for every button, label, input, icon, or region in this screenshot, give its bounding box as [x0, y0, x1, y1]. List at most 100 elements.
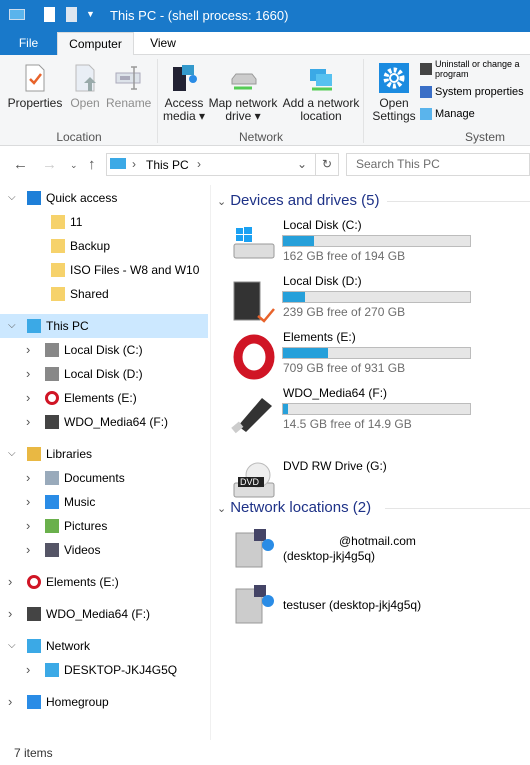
drive-icon — [45, 343, 59, 357]
add-network-location-button[interactable]: Add a network location — [280, 63, 362, 123]
expanded-chevron-icon[interactable]: ⌵ — [8, 634, 16, 658]
devices-section-header[interactable]: ⌄ Devices and drives (5) — [217, 192, 530, 209]
nav-item[interactable]: Shared — [0, 282, 208, 306]
nav-item-label: Local Disk (C:) — [64, 343, 143, 357]
nav-item[interactable]: › Elements (E:) — [0, 386, 208, 410]
address-history-chevron-icon[interactable]: ⌄ — [297, 157, 307, 171]
collapsed-chevron-icon[interactable]: › — [26, 386, 30, 410]
uninstall-program-button[interactable]: Uninstall or change a program — [420, 59, 530, 79]
nav-item[interactable]: 11 — [0, 210, 208, 234]
collapsed-chevron-icon[interactable]: › — [26, 338, 30, 362]
drive-usage-bar — [282, 291, 471, 303]
open-icon — [75, 64, 96, 92]
nav-item-label: Elements (E:) — [46, 575, 119, 589]
nav-item[interactable]: ⌵ Network — [0, 634, 208, 658]
nav-item[interactable]: › Local Disk (D:) — [0, 362, 208, 386]
nav-item[interactable]: › WDO_Media64 (F:) — [0, 602, 208, 626]
nav-item-label: Local Disk (D:) — [64, 367, 143, 381]
collapsed-chevron-icon[interactable]: › — [8, 602, 12, 626]
new-folder-qat-icon[interactable] — [66, 7, 77, 22]
videos-icon — [45, 543, 59, 557]
properties-qat-icon[interactable] — [44, 7, 55, 22]
nav-item-label: Network — [46, 639, 91, 653]
media-server-icon — [235, 585, 274, 624]
nav-item[interactable]: › Documents — [0, 466, 208, 490]
item-count: 7 items — [14, 746, 53, 760]
nav-item[interactable]: › WDO_Media64 (F:) — [0, 410, 208, 434]
collapsed-chevron-icon[interactable]: › — [26, 658, 30, 682]
computer-icon — [110, 158, 126, 169]
drive-usage-fill — [283, 292, 305, 302]
collapsed-chevron-icon[interactable]: › — [26, 466, 30, 490]
drive-free-space: 14.5 GB free of 14.9 GB — [283, 417, 412, 431]
nav-item[interactable]: › Pictures — [0, 514, 208, 538]
refresh-button[interactable]: ↻ — [315, 154, 338, 175]
nav-item[interactable]: ⌵ This PC — [0, 314, 208, 338]
open-button[interactable]: Open — [66, 63, 104, 110]
breadcrumb-separator-icon: › — [132, 157, 136, 171]
nav-item[interactable]: › Homegroup — [0, 690, 208, 714]
network-location-item[interactable]: testuser (desktop-jkj4g5q) — [230, 581, 530, 631]
expanded-chevron-icon[interactable]: ⌵ — [8, 442, 16, 466]
usb-icon — [45, 415, 59, 429]
windows-drive-icon — [233, 227, 275, 259]
open-settings-button[interactable]: Open Settings — [370, 63, 418, 123]
collapsed-chevron-icon[interactable]: › — [26, 538, 30, 562]
access-media-button[interactable]: Access media ▾ — [162, 63, 206, 123]
ribbon-separator — [363, 59, 364, 143]
collapsed-chevron-icon[interactable]: › — [26, 514, 30, 538]
collapse-chevron-icon[interactable]: ⌄ — [217, 196, 226, 208]
pane-divider[interactable] — [210, 185, 211, 740]
homegroup-icon — [27, 695, 41, 709]
nav-item-label: Pictures — [64, 519, 108, 533]
tab-computer[interactable]: Computer — [57, 32, 134, 56]
tab-file[interactable]: File — [0, 32, 57, 55]
nav-item[interactable]: › Videos — [0, 538, 208, 562]
forward-button[interactable]: → — [42, 156, 57, 173]
up-button[interactable]: ↑ — [88, 156, 96, 173]
expanded-chevron-icon[interactable]: ⌵ — [8, 186, 16, 210]
nav-item[interactable]: Backup — [0, 234, 208, 258]
nav-item-label: Backup — [70, 239, 111, 253]
nav-item[interactable]: › DESKTOP-JKJ4G5Q — [0, 658, 208, 682]
map-network-drive-button[interactable]: Map network drive ▾ — [207, 63, 279, 123]
nav-item[interactable]: ISO Files - W8 and W10 — [0, 258, 208, 282]
collapsed-chevron-icon[interactable]: › — [8, 570, 12, 594]
folder-icon — [51, 287, 65, 301]
tab-view[interactable]: View — [134, 32, 192, 55]
nav-item-label: This PC — [46, 319, 89, 333]
uninstall-icon — [420, 63, 432, 75]
ribbon: Properties Open Rename Location Access m… — [0, 55, 530, 146]
navigation-pane: ⌵ Quick access 11 Backup ISO Files - W8 and … — [0, 185, 210, 740]
nav-item[interactable]: › Music — [0, 490, 208, 514]
nav-item-label: Videos — [64, 543, 101, 557]
nav-item[interactable]: › Local Disk (C:) — [0, 338, 208, 362]
properties-button[interactable]: Properties — [6, 63, 64, 110]
nav-item[interactable]: ⌵ Libraries — [0, 442, 208, 466]
nav-item[interactable]: ⌵ Quick access — [0, 186, 208, 210]
opera-icon — [233, 334, 275, 380]
expanded-chevron-icon[interactable]: ⌵ — [8, 314, 16, 338]
collapsed-chevron-icon[interactable]: › — [26, 410, 30, 434]
breadcrumb-this-pc[interactable]: This PC — [146, 158, 189, 172]
usb-icon — [231, 398, 272, 434]
recent-locations-chevron-icon[interactable]: ⌄ — [70, 160, 78, 171]
drive-name: WDO_Media64 (F:) — [283, 386, 388, 400]
collapsed-chevron-icon[interactable]: › — [8, 690, 12, 714]
section-divider — [387, 201, 530, 202]
address-bar[interactable]: › This PC › ⌄ ↻ — [106, 153, 339, 176]
network-section-header[interactable]: ⌄ Network locations (2) — [217, 499, 530, 516]
collapsed-chevron-icon[interactable]: › — [26, 362, 30, 386]
collapsed-chevron-icon[interactable]: › — [26, 490, 30, 514]
drive-name: Elements (E:) — [283, 330, 356, 344]
manage-button[interactable]: Manage — [420, 108, 530, 120]
search-input[interactable]: Search This PC — [346, 153, 530, 176]
network-location-item[interactable]: @hotmail.com (desktop-jkj4g5q) — [230, 525, 530, 575]
rename-button[interactable]: Rename — [106, 63, 151, 110]
customize-qat-chevron-icon[interactable]: ▼ — [86, 9, 95, 19]
back-button[interactable]: ← — [13, 156, 28, 173]
nav-item[interactable]: › Elements (E:) — [0, 570, 208, 594]
drive-free-space: 239 GB free of 270 GB — [283, 305, 406, 319]
system-properties-button[interactable]: System properties — [420, 86, 530, 98]
collapse-chevron-icon[interactable]: ⌄ — [217, 503, 226, 515]
